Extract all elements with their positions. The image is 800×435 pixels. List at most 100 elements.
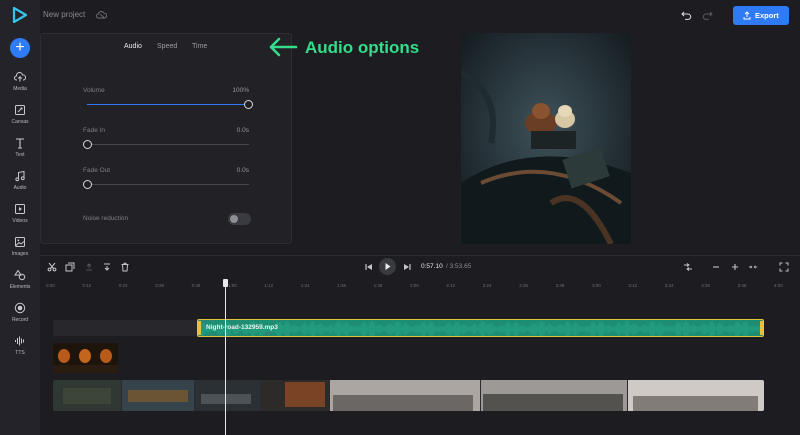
video-clip-thumbnails	[53, 380, 764, 411]
sidebar-item-label: Images	[11, 251, 29, 257]
video-clip[interactable]	[53, 380, 764, 411]
preview-image	[461, 33, 631, 244]
fade-out-label: Fade Out	[83, 167, 111, 174]
image-icon	[15, 237, 25, 247]
fade-in-value: 0.0s	[236, 127, 249, 134]
sidebar-item-elements[interactable]: Elements	[0, 269, 40, 299]
move-down-icon[interactable]	[102, 262, 112, 272]
export-label: Export	[755, 11, 779, 20]
ruler-tick-label: 4:00	[774, 283, 783, 288]
scissors-icon[interactable]	[47, 262, 57, 272]
undo-icon[interactable]	[681, 10, 692, 20]
timeline-ruler[interactable]: 0:00 0:12 0:24 0:36 0:48 1:00 1:12 1:24 1:36 1:48…	[40, 281, 800, 293]
toggle-knob	[230, 215, 238, 223]
ruler-tick-label: 3:24	[664, 283, 674, 288]
noise-reduction-label: Noise reduction	[83, 215, 129, 222]
sidebar-item-label: Text	[15, 152, 25, 158]
fade-in-slider[interactable]	[83, 140, 249, 149]
fade-out-slider[interactable]	[83, 180, 249, 189]
upload-icon	[743, 11, 751, 20]
cloud-sync-icon	[96, 11, 107, 19]
volume-value: 100%	[232, 87, 249, 94]
fade-in-slider-handle[interactable]	[83, 140, 92, 149]
ruler-tick-label: 1:00	[228, 283, 237, 288]
overlay-clip[interactable]	[53, 343, 118, 373]
fade-out-value: 0.0s	[236, 167, 249, 174]
shapes-icon	[14, 269, 26, 281]
sidebar-item-tts[interactable]: TTS	[0, 335, 40, 365]
ruler-tick-label: 0:12	[82, 283, 92, 288]
ruler-tick-label: 2:36	[519, 283, 528, 288]
tab-time[interactable]: Time	[192, 43, 207, 50]
sidebar-item-label: Elements	[9, 284, 31, 290]
redo-icon[interactable]	[702, 10, 713, 20]
waveform-icon	[15, 336, 24, 346]
sidebar-item-media[interactable]: Media	[0, 71, 40, 101]
ruler-tick-label: 0:36	[155, 283, 164, 288]
playhead-handle[interactable]	[223, 279, 228, 287]
record-icon	[14, 302, 26, 314]
audio-clip[interactable]: Night-road-132959.mp3	[197, 319, 764, 337]
video-preview[interactable]	[461, 33, 631, 244]
clip-trim-handle-right[interactable]	[760, 321, 763, 335]
ruler-tick-label: 2:12	[446, 283, 456, 288]
clip-trim-handle-left[interactable]	[198, 321, 201, 335]
fullscreen-icon[interactable]	[779, 262, 789, 272]
ruler-tick-label: 0:48	[191, 283, 201, 288]
sidebar-item-canvas[interactable]: Canvas	[0, 104, 40, 134]
ruler-tick-label: 3:00	[592, 283, 601, 288]
volume-label: Volume	[83, 87, 105, 94]
fade-out-slider-handle[interactable]	[83, 180, 92, 189]
sidebar-item-label: Media	[13, 86, 27, 92]
ruler-tick-label: 1:24	[300, 283, 310, 288]
project-name[interactable]: New project	[43, 10, 85, 19]
trash-icon[interactable]	[120, 262, 130, 272]
ruler-tick-label: 0:24	[118, 283, 128, 288]
volume-slider[interactable]	[87, 100, 253, 109]
fit-timeline-icon[interactable]	[748, 262, 758, 272]
sidebar-item-label: Canvas	[11, 119, 29, 125]
volume-slider-handle[interactable]	[244, 100, 253, 109]
playhead[interactable]	[225, 280, 226, 435]
export-button[interactable]: Export	[733, 6, 789, 25]
sidebar-item-label: Record	[11, 317, 29, 323]
audio-clip-name: Night-road-132959.mp3	[206, 324, 278, 331]
sidebar-item-audio[interactable]: Audio	[0, 170, 40, 200]
video-icon	[15, 204, 25, 214]
add-media-button[interactable]: +	[10, 38, 30, 58]
zoom-out-icon[interactable]	[711, 262, 721, 272]
audio-waveform	[201, 321, 763, 336]
total-duration: / 3:53.65	[446, 263, 472, 270]
tab-audio[interactable]: Audio	[124, 43, 142, 50]
audio-options-panel: Audio Speed Time Volume 100% Fade In 0.0…	[40, 33, 292, 244]
ruler-tick-label: 2:48	[555, 283, 565, 288]
skip-forward-icon[interactable]	[402, 262, 412, 272]
zoom-in-icon[interactable]	[730, 262, 740, 272]
ruler-tick-label: 1:36	[337, 283, 346, 288]
app-logo-icon	[12, 7, 28, 23]
play-icon	[385, 263, 391, 270]
duplicate-icon[interactable]	[65, 262, 75, 272]
tab-speed[interactable]: Speed	[157, 43, 177, 50]
music-note-icon	[15, 170, 25, 182]
cloud-upload-icon	[14, 71, 26, 82]
split-view-icon[interactable]	[683, 262, 693, 272]
sidebar-item-record[interactable]: Record	[0, 302, 40, 332]
sidebar-item-label: Audio	[13, 185, 27, 191]
ruler-tick-label: 1:48	[373, 283, 383, 288]
play-button[interactable]	[379, 258, 396, 275]
sidebar-item-label: Videos	[12, 218, 28, 224]
sidebar-item-text[interactable]: Text	[0, 137, 40, 167]
skip-back-icon[interactable]	[364, 262, 374, 272]
ruler-tick-label: 2:24	[482, 283, 492, 288]
ruler-tick-label: 0:00	[46, 283, 55, 288]
sidebar-item-videos[interactable]: Videos	[0, 203, 40, 233]
sidebar-item-images[interactable]: Images	[0, 236, 40, 266]
move-up-icon[interactable]	[84, 262, 94, 272]
volume-slider-fill	[87, 104, 249, 105]
canvas-icon	[15, 105, 25, 115]
left-sidebar: + Media Canvas Text Audio Videos Images …	[0, 0, 40, 435]
noise-reduction-toggle[interactable]	[228, 213, 251, 225]
ruler-tick-label: 3:36	[701, 283, 710, 288]
fade-in-label: Fade In	[83, 127, 106, 134]
